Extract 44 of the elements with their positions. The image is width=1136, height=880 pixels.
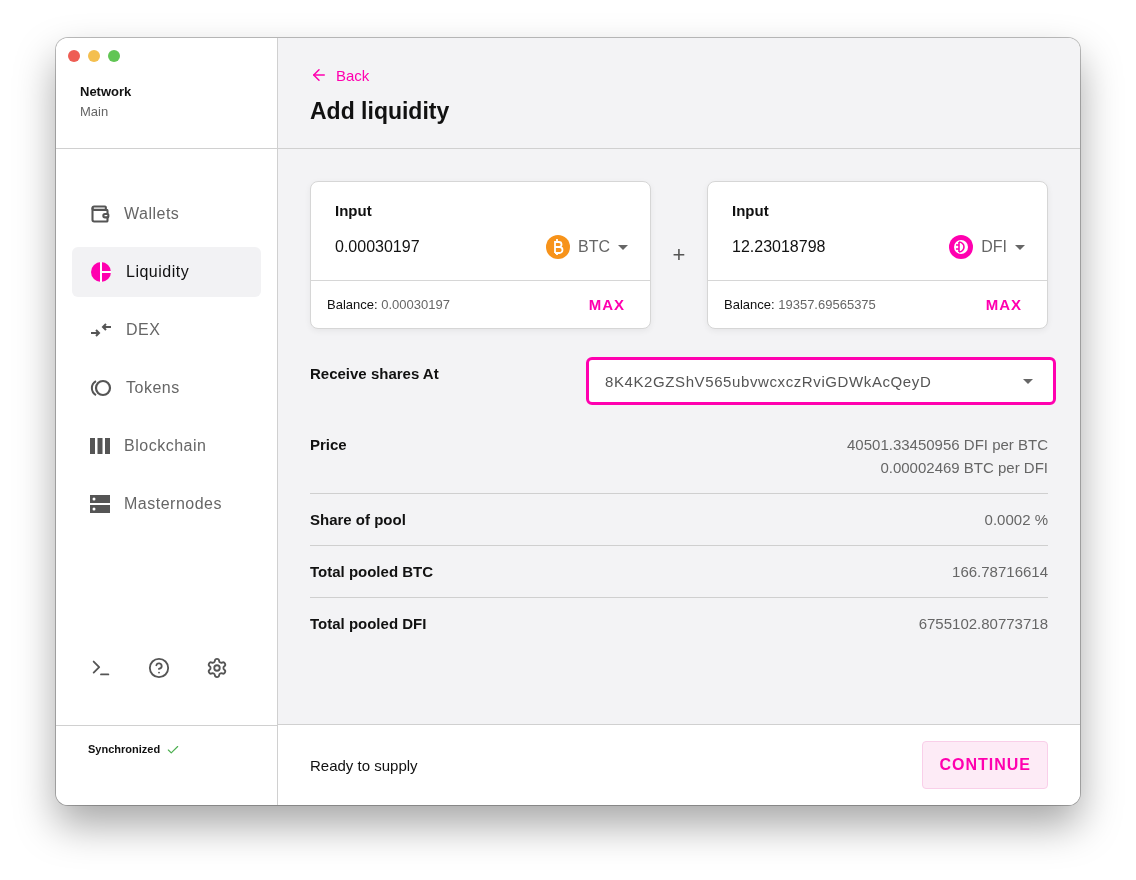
sidebar-item[interactable]: Liquidity: [72, 247, 261, 297]
sidebar-item[interactable]: DEX: [72, 305, 261, 355]
footer-status: Ready to supply: [310, 756, 418, 774]
swap-arrows-icon: [90, 323, 112, 337]
detail-value: 0.0002 %: [984, 511, 1048, 528]
token-select[interactable]: BTC: [546, 235, 628, 259]
coin-icon: [90, 379, 112, 397]
input-label: Input: [335, 202, 373, 219]
detail-value: 6755102.80773718: [918, 615, 1048, 632]
page-title: Add liquidity: [310, 98, 451, 125]
network-label: Network: [80, 84, 133, 99]
settings-icon[interactable]: [206, 657, 228, 679]
server-icon: [90, 495, 110, 513]
detail-value: 40501.33450956 DFI per BTC: [847, 436, 1048, 453]
token-select[interactable]: DFI: [949, 235, 1025, 259]
back-link[interactable]: Back: [310, 66, 370, 84]
detail-label: Share of pool: [310, 511, 406, 528]
detail-label: Total pooled BTC: [310, 563, 434, 580]
sidebar-item[interactable]: Tokens: [72, 363, 261, 413]
detail-label: Total pooled DFI: [310, 615, 427, 632]
amount-field[interactable]: 0.00030197: [335, 238, 420, 256]
balance-text: Balance: 0.00030197: [327, 297, 450, 312]
continue-button[interactable]: CONTINUE: [922, 741, 1048, 789]
detail-label: Price: [310, 436, 347, 455]
balance-text: Balance: 19357.69565375: [724, 297, 876, 312]
receive-label: Receive shares At: [310, 365, 439, 382]
network-value: Main: [80, 104, 110, 119]
detail-value: 0.00002469 BTC per DFI: [880, 459, 1048, 476]
amount-field[interactable]: 12.23018798: [732, 238, 826, 256]
sidebar-item[interactable]: Blockchain: [72, 421, 261, 471]
close-window-button[interactable]: [68, 50, 80, 62]
max-button[interactable]: MAX: [588, 296, 625, 313]
sync-status: Synchronized: [88, 743, 161, 755]
max-button[interactable]: MAX: [985, 296, 1022, 313]
address-select[interactable]: 8K4K2GZShV565ubvwcxczRviGDWkAcQeyD: [586, 357, 1056, 405]
wallet-icon: [90, 204, 110, 224]
columns-icon: [90, 438, 110, 454]
input-label: Input: [732, 202, 770, 219]
detail-value: 166.78716614: [952, 563, 1048, 580]
plus-sign: +: [671, 242, 687, 268]
pie-chart-icon: [90, 261, 112, 283]
sidebar-item[interactable]: Masternodes: [72, 479, 261, 529]
sidebar-item[interactable]: Wallets: [72, 189, 261, 239]
help-icon[interactable]: [148, 657, 170, 679]
